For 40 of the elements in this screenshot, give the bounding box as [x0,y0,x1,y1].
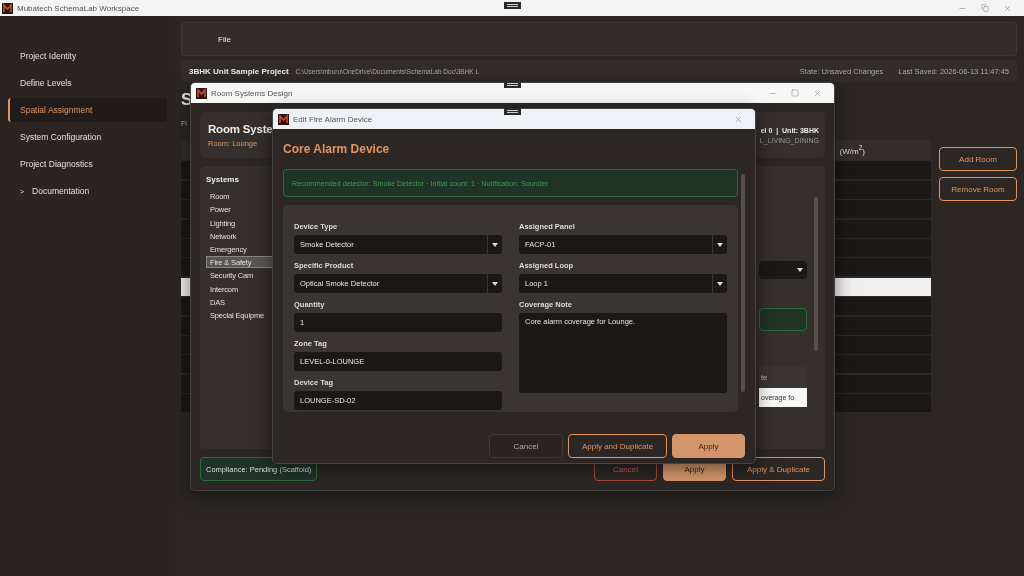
app-logo-icon [278,113,289,125]
grip-icon[interactable] [504,2,521,9]
menu-item[interactable]: File [218,34,231,44]
column-header: (W/m$^{2}$) [839,144,865,156]
maximize-icon[interactable] [791,89,799,97]
dropdown-caret-icon [717,281,723,286]
dialog-title: Room Systems Design [211,88,293,98]
room-button[interactable]: Add Room [939,147,1017,171]
sidebar-item[interactable]: System Configuration [8,125,167,149]
dialog-button[interactable]: Cancel [489,434,563,458]
close-icon[interactable] [813,88,822,98]
dropdown-field[interactable] [759,261,807,279]
app-logo-icon [196,87,207,99]
dialog-button[interactable]: Apply and Duplicate [568,434,667,458]
restore-icon[interactable] [981,4,989,12]
room-button[interactable]: Remove Room [939,177,1017,201]
app-logo-icon [2,2,13,14]
dropdown-caret-icon [717,242,723,247]
status-box [759,308,807,331]
grip-icon[interactable] [504,108,521,115]
dropdown-caret-icon [492,242,498,247]
dialog-title: Edit Fire Alarm Device [293,114,373,124]
scrollbar[interactable] [741,174,745,392]
dropdown-caret-icon [492,281,498,286]
close-icon[interactable] [734,114,743,124]
sidebar-item-label: Documentation [32,186,90,196]
dropdown-caret-icon [797,268,803,272]
sidebar-item[interactable]: Define Levels [8,71,167,95]
dialog-button[interactable]: Apply [672,434,745,458]
scrollbar[interactable] [814,197,818,351]
room-title: Room Syste [208,122,273,135]
close-icon[interactable] [1003,3,1012,13]
systems-title: Systems [206,175,240,184]
sidebar-item[interactable]: Project Identity [8,44,167,68]
project-name: 3BHK Unit Sample Project [189,66,289,76]
grip-icon[interactable] [504,81,521,88]
sidebar-item[interactable]: Project Diagnostics [8,152,167,176]
sidebar-item[interactable]: Spatial Assignment [8,98,167,122]
window-title: Mubatech SchemaLab Workspace [17,3,140,13]
device-heading: Core Alarm Device [283,142,391,156]
